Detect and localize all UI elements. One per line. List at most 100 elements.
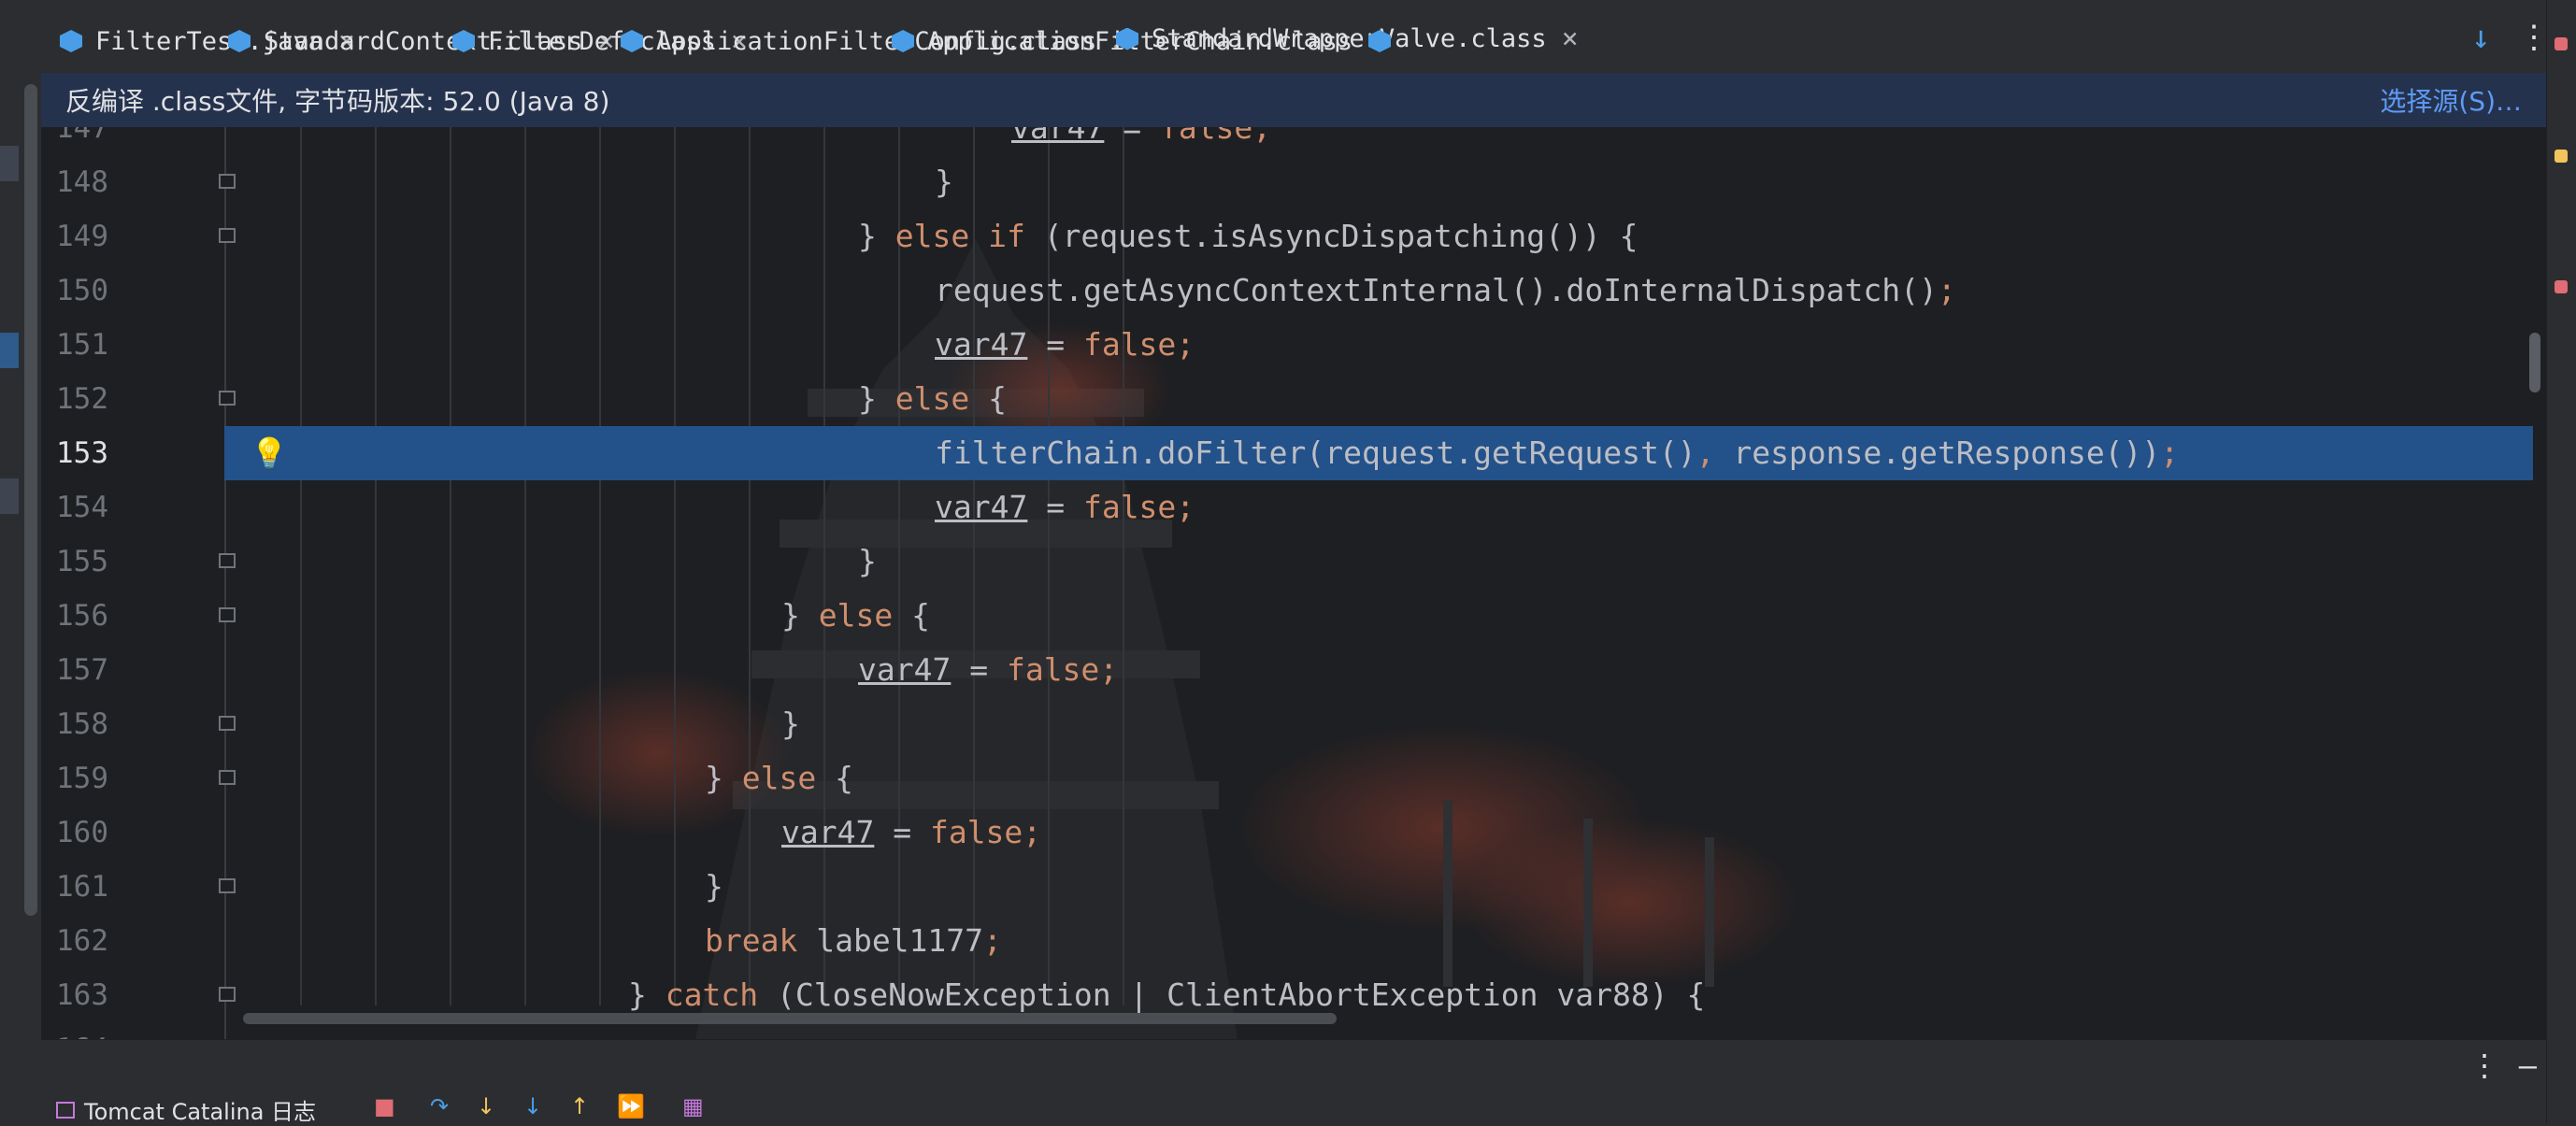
tomcat-log-tab[interactable]: Tomcat Catalina 日志 xyxy=(56,1093,316,1126)
left-scrollbar[interactable] xyxy=(24,84,37,916)
code-token: var47 xyxy=(1011,127,1105,146)
choose-source-link[interactable]: 选择源(S)… xyxy=(2380,81,2522,119)
code-token: ; xyxy=(1099,651,1119,688)
code-line[interactable]: 158} xyxy=(41,697,2546,751)
error-stripe xyxy=(2533,127,2546,1039)
fold-marker-icon[interactable] xyxy=(219,228,236,243)
code-line[interactable]: 151 var47 = false; xyxy=(41,318,2546,372)
code-token: request.getAsyncContextInternal().doInte… xyxy=(935,272,1938,308)
editor-tab-overflow[interactable] xyxy=(1368,0,1404,82)
line-number: 151 xyxy=(56,328,108,362)
code-token: (request.isAsyncDispatching()) { xyxy=(1024,218,1639,254)
line-number: 155 xyxy=(56,545,108,578)
left-strip-marker xyxy=(0,146,19,181)
code-token: } xyxy=(858,380,895,417)
maven-icon[interactable] xyxy=(2555,280,2568,293)
code-text: } xyxy=(781,697,800,751)
code-line[interactable]: 154 var47 = false; xyxy=(41,480,2546,534)
more-vertical-icon[interactable]: ⋮ xyxy=(2469,1048,2499,1083)
fold-marker-icon[interactable] xyxy=(219,878,236,893)
code-token: } xyxy=(781,597,819,634)
stop-icon[interactable]: ■ xyxy=(374,1093,395,1119)
code-line[interactable]: 157 var47 = false; xyxy=(41,643,2546,697)
fold-marker-icon[interactable] xyxy=(219,716,236,731)
line-number: 158 xyxy=(56,707,108,741)
code-line[interactable]: 152} else { xyxy=(41,372,2546,426)
code-line[interactable]: 155} xyxy=(41,534,2546,589)
code-line[interactable]: 161} xyxy=(41,860,2546,914)
editor-tab-bar: ↓ ⋮ FilterTest.java × StandardContext.clas… xyxy=(41,0,2550,83)
code-token: false xyxy=(1006,651,1100,688)
lightbulb-icon[interactable]: 💡 xyxy=(250,435,288,471)
right-tool-strip xyxy=(2546,0,2576,1123)
code-token: } xyxy=(628,976,665,1013)
horizontal-scrollbar-thumb[interactable] xyxy=(243,1013,1337,1024)
code-token: = xyxy=(951,651,1007,688)
code-line[interactable]: 148} xyxy=(41,155,2546,209)
fold-marker-icon[interactable] xyxy=(219,987,236,1002)
code-token: ; xyxy=(1176,489,1195,525)
fold-marker-icon[interactable] xyxy=(219,770,236,785)
code-token: (CloseNowException | ClientAbortExceptio… xyxy=(758,976,1706,1013)
fold-marker-icon[interactable] xyxy=(219,607,236,622)
step-over-icon[interactable]: ↷ xyxy=(430,1093,449,1119)
database-icon[interactable] xyxy=(2555,150,2568,163)
code-token: ; xyxy=(1937,272,1956,308)
left-strip-marker xyxy=(0,478,19,514)
code-token: response.getResponse()) xyxy=(1733,435,2161,471)
left-strip-marker-selected xyxy=(0,333,19,368)
fold-marker-icon[interactable] xyxy=(219,391,236,406)
line-number: 152 xyxy=(56,382,108,416)
resume-icon[interactable]: ⏩ xyxy=(617,1093,645,1119)
minimize-icon[interactable]: — xyxy=(2519,1048,2537,1083)
code-line[interactable]: 159} else { xyxy=(41,751,2546,805)
code-text: } else if (request.isAsyncDispatching())… xyxy=(858,209,1638,264)
code-line[interactable]: 160 var47 = false; xyxy=(41,805,2546,860)
close-icon[interactable]: × xyxy=(1562,22,1579,55)
code-text: request.getAsyncContextInternal().doInte… xyxy=(935,264,1956,318)
code-token: catch xyxy=(665,976,759,1013)
editor-tab[interactable]: StandardWrapperValve.class × xyxy=(1116,0,1579,82)
code-line[interactable]: 💡 153 filterChain.doFilter(request.getRequ… xyxy=(41,426,2546,480)
notifications-icon[interactable] xyxy=(2555,37,2568,50)
code-token: ; xyxy=(1176,326,1195,363)
fold-marker-icon[interactable] xyxy=(219,174,236,189)
code-token: } xyxy=(781,706,800,742)
code-token: false xyxy=(1082,489,1177,525)
code-editor[interactable]: 147 var47 = false; 148} 149 } else if (reque… xyxy=(41,127,2546,1039)
frames-icon[interactable]: ▦ xyxy=(682,1093,704,1119)
code-token: var47 xyxy=(781,814,875,850)
vertical-scrollbar-thumb[interactable] xyxy=(2529,333,2540,392)
code-token: break xyxy=(705,922,798,959)
code-text: } else { xyxy=(781,589,930,643)
fold-marker-icon[interactable] xyxy=(219,553,236,568)
code-token: false xyxy=(929,814,1023,850)
code-text: break label1177; xyxy=(705,914,1002,968)
code-token: = xyxy=(1027,489,1083,525)
code-token: } xyxy=(858,218,895,254)
step-out-icon[interactable]: ↑ xyxy=(570,1093,589,1119)
code-line[interactable]: 156 } else { xyxy=(41,589,2546,643)
class-file-icon xyxy=(228,30,250,52)
class-file-icon xyxy=(452,30,475,52)
line-number: 157 xyxy=(56,653,108,687)
line-number: 156 xyxy=(56,599,108,633)
code-line[interactable]: 162 break label1177; xyxy=(41,914,2546,968)
code-line[interactable]: 164 xyxy=(41,1022,2546,1039)
line-number: 149 xyxy=(56,220,108,253)
code-token: } xyxy=(705,868,723,905)
line-number: 147 xyxy=(56,127,108,145)
code-line[interactable]: 150 request.getAsyncContextInternal().doI… xyxy=(41,264,2546,318)
code-line[interactable]: 147 var47 = false; xyxy=(41,127,2546,155)
more-vertical-icon[interactable]: ⋮ xyxy=(2518,19,2550,56)
arrow-down-icon[interactable]: ↓ xyxy=(2471,19,2490,56)
log-icon xyxy=(56,1101,75,1119)
force-step-into-icon[interactable]: ↓ xyxy=(523,1093,542,1119)
step-into-icon[interactable]: ↓ xyxy=(477,1093,495,1119)
code-token: ; xyxy=(2160,435,2180,471)
code-token: } xyxy=(935,164,953,200)
line-number: 164 xyxy=(41,1022,108,1039)
line-number: 148 xyxy=(56,165,108,199)
code-line[interactable]: 149 } else if (request.isAsyncDispatching… xyxy=(41,209,2546,264)
code-token: else xyxy=(894,380,970,417)
